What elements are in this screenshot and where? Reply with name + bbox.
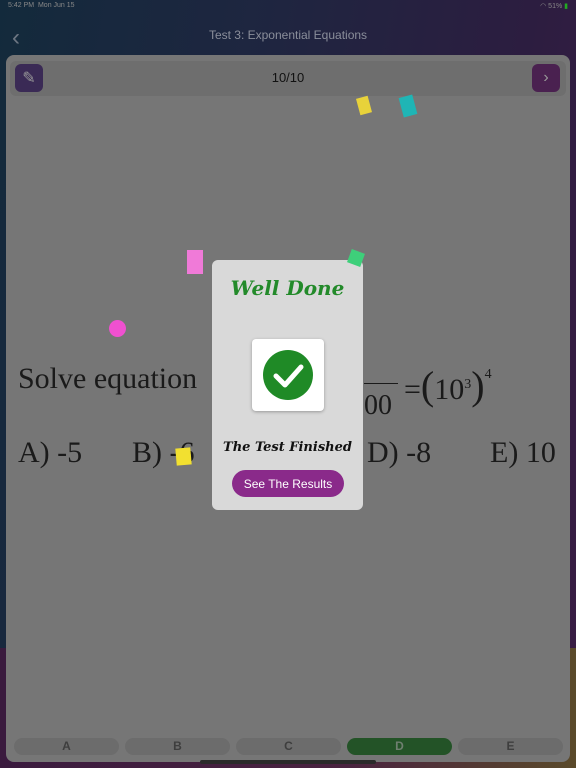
question-counter: 10/10: [271, 70, 305, 85]
dialog-subtitle: The Test Finished: [223, 440, 352, 455]
option-a: A) -5: [18, 436, 83, 469]
question-text: Solve equation: [18, 362, 198, 395]
home-indicator: [200, 760, 376, 764]
fraction-bar: [364, 383, 398, 384]
status-date: Mon Jun 15: [37, 2, 75, 9]
status-bar: 5:42 PM Mon Jun 15 ◠ 51% ▮: [8, 2, 568, 10]
status-time: 5:42 PM: [8, 2, 35, 9]
confetti: [175, 447, 192, 466]
answer-b[interactable]: B: [125, 738, 230, 755]
confetti: [187, 250, 203, 274]
completion-dialog: Well Done The Test Finished See The Resu…: [212, 260, 363, 510]
equation-rhs: =(103)4: [404, 363, 492, 408]
confetti: [109, 320, 126, 337]
page-title: Test 3: Exponential Equations: [208, 28, 368, 42]
option-e: E) 10: [490, 436, 556, 469]
battery-icon: ▮: [564, 3, 568, 10]
answer-choices: A B C D E: [14, 738, 563, 755]
answer-c[interactable]: C: [236, 738, 341, 755]
option-d: D) -8: [367, 436, 432, 469]
see-results-button[interactable]: See The Results: [232, 470, 344, 497]
dialog-title: Well Done: [230, 276, 345, 300]
wifi-icon: ◠: [540, 3, 547, 10]
answer-d[interactable]: D: [347, 738, 452, 755]
answer-e[interactable]: E: [458, 738, 563, 755]
answer-a[interactable]: A: [14, 738, 119, 755]
battery-level: 51%: [548, 3, 563, 10]
check-circle-icon: [252, 339, 324, 411]
fraction-denominator: 00: [364, 390, 392, 421]
